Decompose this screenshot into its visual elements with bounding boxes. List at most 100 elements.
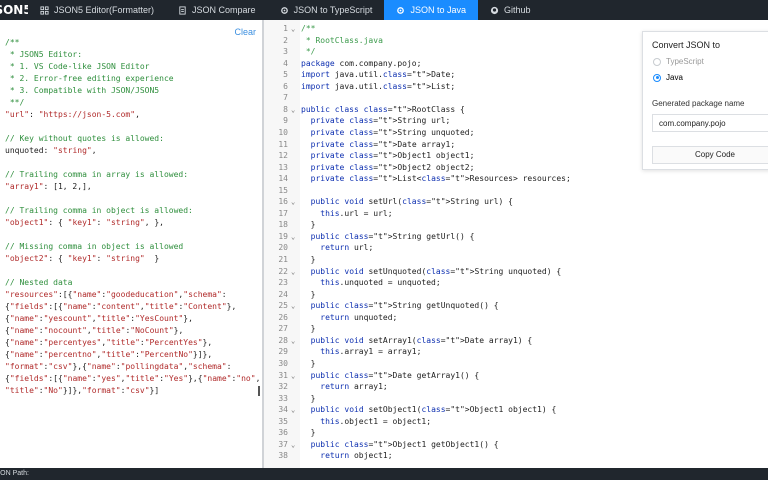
package-name-input[interactable] <box>652 114 768 132</box>
input-code-line <box>5 157 260 169</box>
code-line: 37 ⌄ public class="t">Object1 getObject1(… <box>264 439 768 451</box>
code-line: 33 } <box>264 393 768 405</box>
input-code[interactable]: /** * JSON5 Editor: * 1. VS Code-like JS… <box>5 37 260 397</box>
line-number: 16 <box>278 197 288 207</box>
package-name-label: Generated package name <box>652 99 745 108</box>
fold-chevron-icon[interactable]: ⌄ <box>291 231 299 243</box>
fold-chevron-icon[interactable]: ⌄ <box>291 196 299 208</box>
tab-github[interactable]: Github <box>478 0 543 20</box>
input-code-line: * 1. VS Code-like JSON Editor <box>5 62 150 71</box>
gear-icon <box>397 6 405 14</box>
input-code-line: **/ <box>5 98 25 107</box>
radio-label: TypeScript <box>666 57 704 66</box>
tab-json-to-typescript[interactable]: JSON to TypeScript <box>268 0 385 20</box>
code-line-text: private class="t">List<class="t">Resourc… <box>310 174 571 184</box>
radio-indicator[interactable] <box>653 73 661 82</box>
tab-json5-editor[interactable]: JSON5 Editor(Formatter) <box>28 0 166 20</box>
fold-chevron-icon[interactable]: ⌄ <box>291 23 299 35</box>
code-line: 38 return object1; <box>264 450 768 462</box>
input-code-line <box>5 193 260 205</box>
radio-typescript[interactable]: TypeScript <box>653 57 704 66</box>
input-code-line: // Nested data <box>5 278 73 287</box>
code-line-text: public class class="t">RootClass { <box>301 104 465 114</box>
code-line: 27 } <box>264 323 768 335</box>
input-code-line: "object2": { "key1": "string" } <box>5 254 160 263</box>
line-number: 30 <box>278 358 288 368</box>
code-line-text: */ <box>301 47 316 57</box>
top-nav: JSON5 JSON5 Editor(Formatter) JSON Compa… <box>0 0 768 20</box>
code-line: 24 } <box>264 289 768 301</box>
fold-chevron-icon[interactable]: ⌄ <box>291 370 299 382</box>
code-line-text: public class="t">String getUnquoted() { <box>310 301 499 311</box>
code-line-text: } <box>301 255 316 264</box>
code-line: 25 ⌄ public class="t">String getUnquoted(… <box>264 300 768 312</box>
radio-java[interactable]: Java <box>653 73 683 82</box>
code-line-text: import java.util.class="t">Date; <box>301 70 456 80</box>
input-code-line: "array1": [1, 2,], <box>5 182 92 191</box>
code-line: 31 ⌄ public class="t">Date getArray1() { <box>264 370 768 382</box>
code-line-text: } <box>301 393 316 403</box>
json5-input-editor[interactable]: Clear /** * JSON5 Editor: * 1. VS Code-l… <box>0 20 262 468</box>
clear-button[interactable]: Clear <box>234 27 256 37</box>
code-line: 22 ⌄ public void setUnquoted(class="t">St… <box>264 266 768 278</box>
line-number: 28 <box>278 335 288 345</box>
code-line-text: import java.util.class="t">List; <box>301 81 456 91</box>
line-number: 10 <box>278 127 288 137</box>
line-number: 32 <box>278 382 288 392</box>
line-number: 21 <box>278 255 288 264</box>
radio-label: Java <box>666 73 683 82</box>
code-line-text: package com.company.pojo; <box>301 58 422 68</box>
line-number: 15 <box>278 185 288 195</box>
input-code-line: {"name":"percentyes","title":"PercentYes… <box>5 338 213 347</box>
code-line-text: this.url = url; <box>320 208 393 218</box>
code-line-text: this.object1 = object1; <box>320 416 432 426</box>
logo[interactable]: JSON5 <box>0 0 28 20</box>
fold-chevron-icon[interactable]: ⌄ <box>291 404 299 416</box>
fold-chevron-icon[interactable]: ⌄ <box>291 335 299 347</box>
logo-text: JSON5 <box>0 3 28 17</box>
line-number: 6 <box>283 81 288 91</box>
line-number: 27 <box>278 324 288 334</box>
code-line-text: this.unquoted = unquoted; <box>320 278 441 288</box>
input-code-line: "format":"csv"},{"name":"pollingdata","s… <box>5 362 232 371</box>
code-line: 23 this.unquoted = unquoted; <box>264 277 768 289</box>
line-number: 34 <box>278 405 288 415</box>
tab-json-to-java[interactable]: JSON to Java <box>384 0 478 20</box>
copy-code-button[interactable]: Copy Code <box>652 146 768 164</box>
fold-chevron-icon[interactable]: ⌄ <box>291 266 299 278</box>
code-line-text: return array1; <box>320 382 388 392</box>
line-number: 2 <box>283 35 288 45</box>
code-line: 16 ⌄ public void setUrl(class="t">String … <box>264 196 768 208</box>
input-code-line: {"name":"percentno","title":"PercentNo"}… <box>5 350 213 359</box>
input-code-line: * 2. Error-free editing experience <box>5 74 174 83</box>
tab-json-compare[interactable]: JSON Compare <box>166 0 268 20</box>
code-line: 15 <box>264 185 768 197</box>
fold-chevron-icon[interactable]: ⌄ <box>291 439 299 451</box>
line-number: 25 <box>278 301 288 311</box>
input-code-line <box>5 265 260 277</box>
line-number: 26 <box>278 312 288 322</box>
code-line-text: /** <box>301 24 316 33</box>
code-line-text: public void setUnquoted(class="t">String… <box>310 266 562 276</box>
input-code-line: "resources":[{"name":"goodeducation","sc… <box>5 290 227 299</box>
line-number: 23 <box>278 278 288 288</box>
input-code-line: * JSON5 Editor: <box>5 50 83 59</box>
line-number: 8 <box>283 104 288 114</box>
input-code-line: * 3. Compatible with JSON/JSON5 <box>5 86 160 95</box>
input-code-line: "object1": { "key1": "string", }, <box>5 218 164 227</box>
input-code-line: // Trailing comma in object is allowed: <box>5 206 193 215</box>
code-line: 29 this.array1 = array1; <box>264 346 768 358</box>
fold-chevron-icon[interactable]: ⌄ <box>291 300 299 312</box>
radio-indicator[interactable] <box>653 57 661 66</box>
convert-panel: Convert JSON to TypeScript Java Generate… <box>642 31 768 170</box>
code-line: 21 } <box>264 254 768 266</box>
input-code-line: {"name":"yescount","title":"YesCount"}, <box>5 314 193 323</box>
line-number: 13 <box>278 162 288 172</box>
line-number: 20 <box>278 243 288 253</box>
code-line-text: public class="t">Object1 getObject1() { <box>310 439 499 449</box>
line-number: 31 <box>278 370 288 380</box>
fold-chevron-icon[interactable]: ⌄ <box>291 104 299 116</box>
tab-label: JSON to Java <box>410 5 466 15</box>
input-code-line: // Missing comma in object is allowed <box>5 242 184 251</box>
code-line-text: } <box>301 358 316 368</box>
